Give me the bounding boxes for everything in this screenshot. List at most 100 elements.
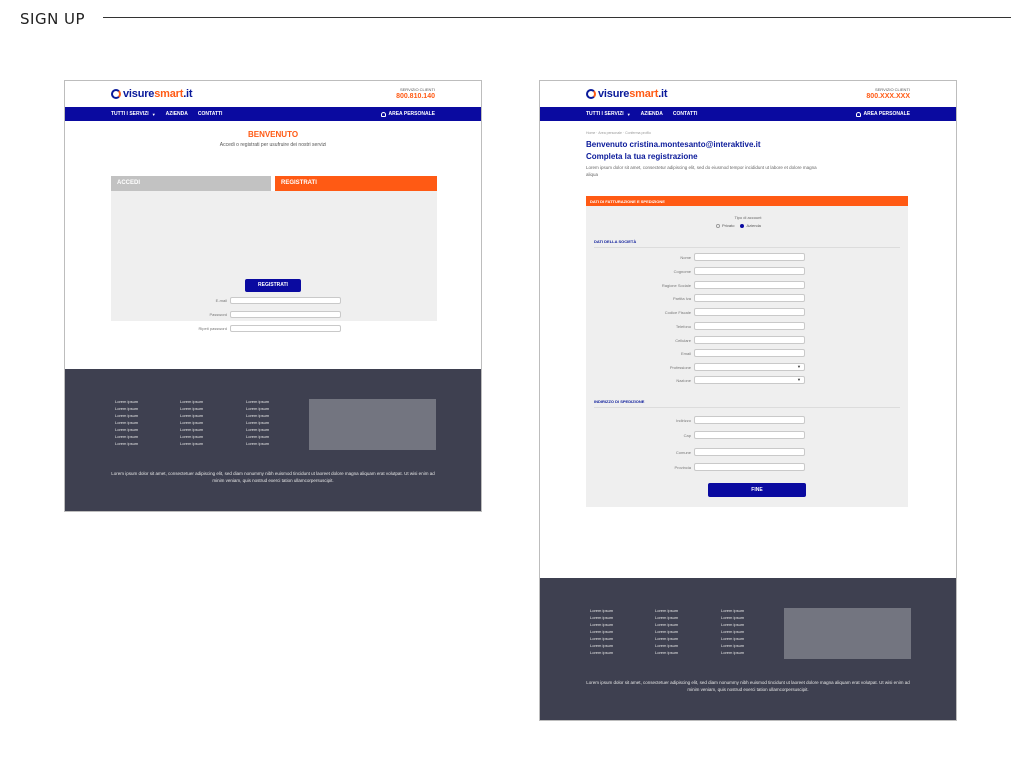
provincia-field[interactable]: [694, 463, 805, 471]
nazione-select[interactable]: [694, 376, 805, 384]
cognome-label: Cognome: [673, 268, 691, 274]
repeat-password-row: Ripeti password: [170, 325, 341, 332]
footer-link[interactable]: Lorem ipsum: [180, 426, 203, 433]
nome-field[interactable]: [694, 253, 805, 261]
footer-link[interactable]: Lorem ipsum: [721, 614, 744, 621]
password-field[interactable]: [230, 311, 341, 318]
nav-services[interactable]: TUTTI I SERVIZI ▼: [586, 111, 631, 117]
cap-field[interactable]: [694, 431, 805, 439]
telefono-field[interactable]: [694, 322, 805, 330]
chevron-down-icon: ▼: [151, 111, 156, 117]
footer-links-col-1: Lorem ipsum Lorem ipsum Lorem ipsum Lorem i…: [115, 398, 138, 447]
form-row: Cap: [598, 431, 805, 439]
footer-link[interactable]: Lorem ipsum: [246, 440, 269, 447]
cap-label: Cap: [683, 432, 691, 438]
footer-link[interactable]: Lorem ipsum: [590, 635, 613, 642]
footer-link[interactable]: Lorem ipsum: [655, 642, 678, 649]
nome-label: Nome: [680, 254, 691, 260]
logo-part: .it: [183, 88, 193, 100]
footer-link[interactable]: Lorem ipsum: [246, 419, 269, 426]
welcome-subtitle: Accedi o registrati per usufruire dei no…: [219, 142, 327, 148]
radio-azienda[interactable]: Azienda: [740, 223, 761, 228]
account-type-label: Tipo di account: [734, 215, 762, 220]
register-button[interactable]: REGISTRATI: [245, 279, 301, 292]
footer-link[interactable]: Lorem ipsum: [721, 628, 744, 635]
nav-area-personale[interactable]: AREA PERSONALE: [855, 111, 910, 117]
tab-accedi[interactable]: ACCEDI: [111, 176, 271, 191]
email-label: Email: [680, 350, 691, 356]
main-nav: TUTTI I SERVIZI ▼ AZIENDA CONTATTI AREA P…: [65, 107, 481, 121]
footer-link[interactable]: Lorem ipsum: [721, 649, 744, 656]
professione-select[interactable]: [694, 363, 805, 371]
nav-services[interactable]: TUTTI I SERVIZI ▼: [111, 111, 156, 117]
service-phone[interactable]: 800.XXX.XXX: [866, 93, 910, 100]
breadcrumb[interactable]: Home · Area personale · Conferma profilo: [586, 131, 651, 135]
site-logo[interactable]: visure smart .it: [111, 88, 193, 100]
footer-link[interactable]: Lorem ipsum: [721, 642, 744, 649]
footer-link[interactable]: Lorem ipsum: [655, 614, 678, 621]
footer-link[interactable]: Lorem ipsum: [655, 621, 678, 628]
codice-fiscale-field[interactable]: [694, 308, 805, 316]
password-label: Password: [209, 312, 227, 317]
footer-link[interactable]: Lorem ipsum: [721, 607, 744, 614]
footer-link[interactable]: Lorem ipsum: [590, 621, 613, 628]
nav-azienda[interactable]: AZIENDA: [166, 111, 188, 117]
nav-azienda[interactable]: AZIENDA: [641, 111, 663, 117]
indirizzo-field[interactable]: [694, 416, 805, 424]
footer-link[interactable]: Lorem ipsum: [115, 440, 138, 447]
logo-icon: [111, 89, 121, 99]
ragione-sociale-field[interactable]: [694, 281, 805, 289]
service-phone[interactable]: 800.810.140: [396, 93, 435, 100]
footer-link[interactable]: Lorem ipsum: [246, 433, 269, 440]
site-footer: Lorem ipsum Lorem ipsum Lorem ipsum Lorem i…: [540, 578, 956, 720]
footer-link[interactable]: Lorem ipsum: [180, 412, 203, 419]
logo-part: smart: [629, 88, 659, 100]
footer-link[interactable]: Lorem ipsum: [180, 405, 203, 412]
footer-link[interactable]: Lorem ipsum: [246, 426, 269, 433]
footer-link[interactable]: Lorem ipsum: [115, 419, 138, 426]
footer-link[interactable]: Lorem ipsum: [180, 433, 203, 440]
footer-link[interactable]: Lorem ipsum: [180, 440, 203, 447]
logo-part: smart: [154, 88, 184, 100]
footer-link[interactable]: Lorem ipsum: [655, 607, 678, 614]
provincia-label: Provincia: [674, 464, 691, 470]
footer-link[interactable]: Lorem ipsum: [246, 412, 269, 419]
nav-contatti[interactable]: CONTATTI: [198, 111, 223, 117]
footer-link[interactable]: Lorem ipsum: [115, 405, 138, 412]
cognome-field[interactable]: [694, 267, 805, 275]
form-row: Professione: [598, 363, 805, 371]
site-logo[interactable]: visure smart .it: [586, 88, 668, 100]
radio-privato[interactable]: Privato: [716, 223, 734, 228]
ragione-sociale-label: Ragione Sociale: [661, 282, 691, 288]
finish-button[interactable]: FINE: [708, 483, 806, 497]
repeat-password-field[interactable]: [230, 325, 341, 332]
footer-link[interactable]: Lorem ipsum: [180, 419, 203, 426]
nav-area-personale[interactable]: AREA PERSONALE: [380, 111, 435, 117]
comune-field[interactable]: [694, 448, 805, 456]
footer-link[interactable]: Lorem ipsum: [590, 649, 613, 656]
footer-link[interactable]: Lorem ipsum: [721, 621, 744, 628]
footer-link[interactable]: Lorem ipsum: [590, 614, 613, 621]
footer-link[interactable]: Lorem ipsum: [246, 398, 269, 405]
footer-link[interactable]: Lorem ipsum: [590, 628, 613, 635]
footer-link[interactable]: Lorem ipsum: [721, 635, 744, 642]
footer-link[interactable]: Lorem ipsum: [655, 635, 678, 642]
form-row: Indirizzo: [598, 416, 805, 424]
footer-link[interactable]: Lorem ipsum: [115, 398, 138, 405]
footer-link[interactable]: Lorem ipsum: [115, 412, 138, 419]
tab-registrati[interactable]: REGISTRATI: [275, 176, 437, 191]
footer-link[interactable]: Lorem ipsum: [180, 398, 203, 405]
nav-contatti[interactable]: CONTATTI: [673, 111, 698, 117]
cellulare-field[interactable]: [694, 336, 805, 344]
footer-link[interactable]: Lorem ipsum: [655, 628, 678, 635]
footer-link[interactable]: Lorem ipsum: [246, 405, 269, 412]
footer-link[interactable]: Lorem ipsum: [590, 642, 613, 649]
email-field[interactable]: [694, 349, 805, 357]
footer-link[interactable]: Lorem ipsum: [655, 649, 678, 656]
partita-iva-field[interactable]: [694, 294, 805, 302]
footer-link[interactable]: Lorem ipsum: [115, 433, 138, 440]
email-field[interactable]: [230, 297, 341, 304]
partita-iva-label: Partita Iva: [672, 295, 691, 301]
footer-link[interactable]: Lorem ipsum: [590, 607, 613, 614]
footer-link[interactable]: Lorem ipsum: [115, 426, 138, 433]
